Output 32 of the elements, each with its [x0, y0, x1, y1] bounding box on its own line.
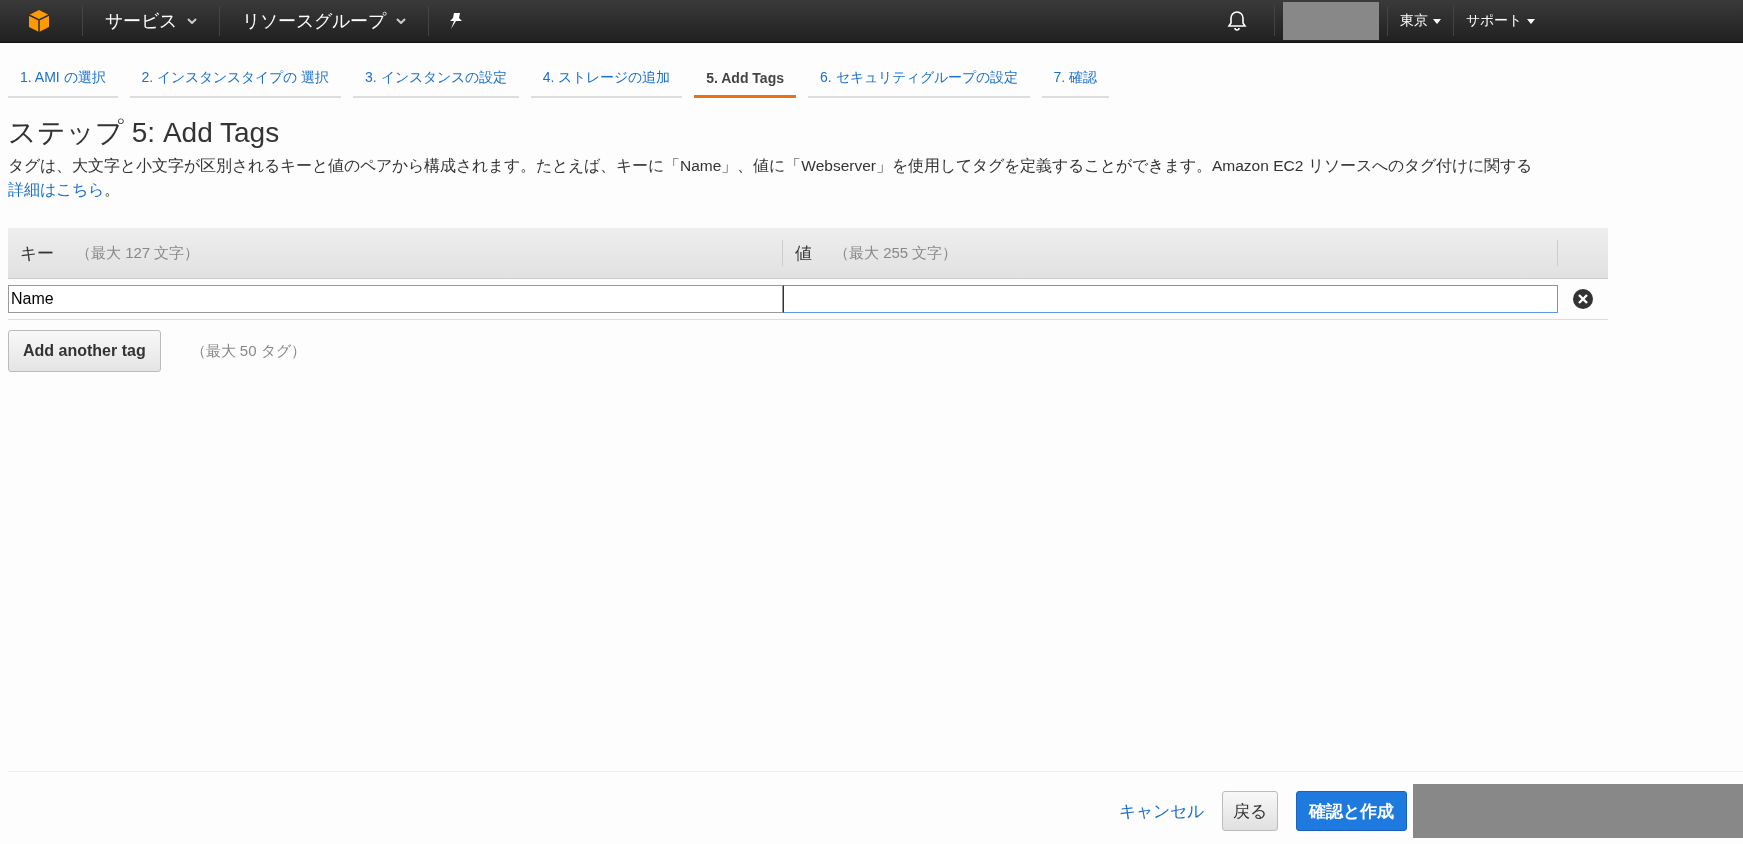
column-label: 値	[795, 242, 812, 265]
caret-icon	[187, 18, 197, 24]
region-menu[interactable]: 東京	[1388, 12, 1453, 30]
wizard-tab[interactable]: 1. AMI の選択	[8, 63, 118, 98]
value-input-field[interactable]	[783, 285, 1558, 313]
wizard-tab[interactable]: 7. 確認	[1041, 63, 1110, 98]
wizard-tab[interactable]: 3. インスタンスの設定	[353, 63, 519, 98]
wizard-tab[interactable]: 6. セキュリティグループの設定	[808, 63, 1030, 98]
nav-menu[interactable]: リソースグループ	[220, 9, 428, 33]
caret-icon	[1527, 18, 1535, 24]
page-title: ステップ 5: Add Tags	[8, 116, 281, 150]
wizard-tab[interactable]: 4. ストレージの追加	[530, 63, 683, 98]
wizard-tab[interactable]: 2. インスタンスタイプの 選択	[129, 63, 342, 98]
key-input-field[interactable]: Name	[8, 285, 783, 313]
back-button[interactable]: 戻る	[1222, 791, 1278, 831]
details-link[interactable]: 詳細はこちら	[8, 181, 104, 198]
caret-icon	[396, 18, 406, 24]
cancel-link[interactable]: キャンセル	[1119, 799, 1204, 823]
caret-icon	[1433, 18, 1441, 24]
remove-icon[interactable]	[1572, 288, 1594, 310]
bell-icon[interactable]	[1226, 10, 1248, 32]
column-hint: （最大 255 文字）	[834, 243, 958, 263]
nav-menu[interactable]: サービス	[83, 9, 219, 33]
cube-logo-icon[interactable]	[26, 8, 52, 34]
column-label: キー	[20, 242, 54, 265]
description-text: タグは、大文字と小文字が区別されるキーと値のペアから構成されます。たとえば、キーに「Name」、値に「Webserver」を使用してタグを定義することができます。Amazon EC2 リソースへのタグ付けに関する 詳細はこちら。	[8, 156, 1533, 200]
support-menu[interactable]: サポート	[1454, 12, 1547, 30]
wizard-tab[interactable]: 5. Add Tags	[694, 63, 796, 98]
review-launch-button[interactable]: 確認と作成	[1296, 791, 1407, 831]
column-hint: （最大 127 文字）	[76, 243, 200, 263]
tag-limit-hint: （最大 50 タグ）	[190, 341, 306, 361]
add-tag-button[interactable]: Add another tag	[8, 330, 161, 372]
